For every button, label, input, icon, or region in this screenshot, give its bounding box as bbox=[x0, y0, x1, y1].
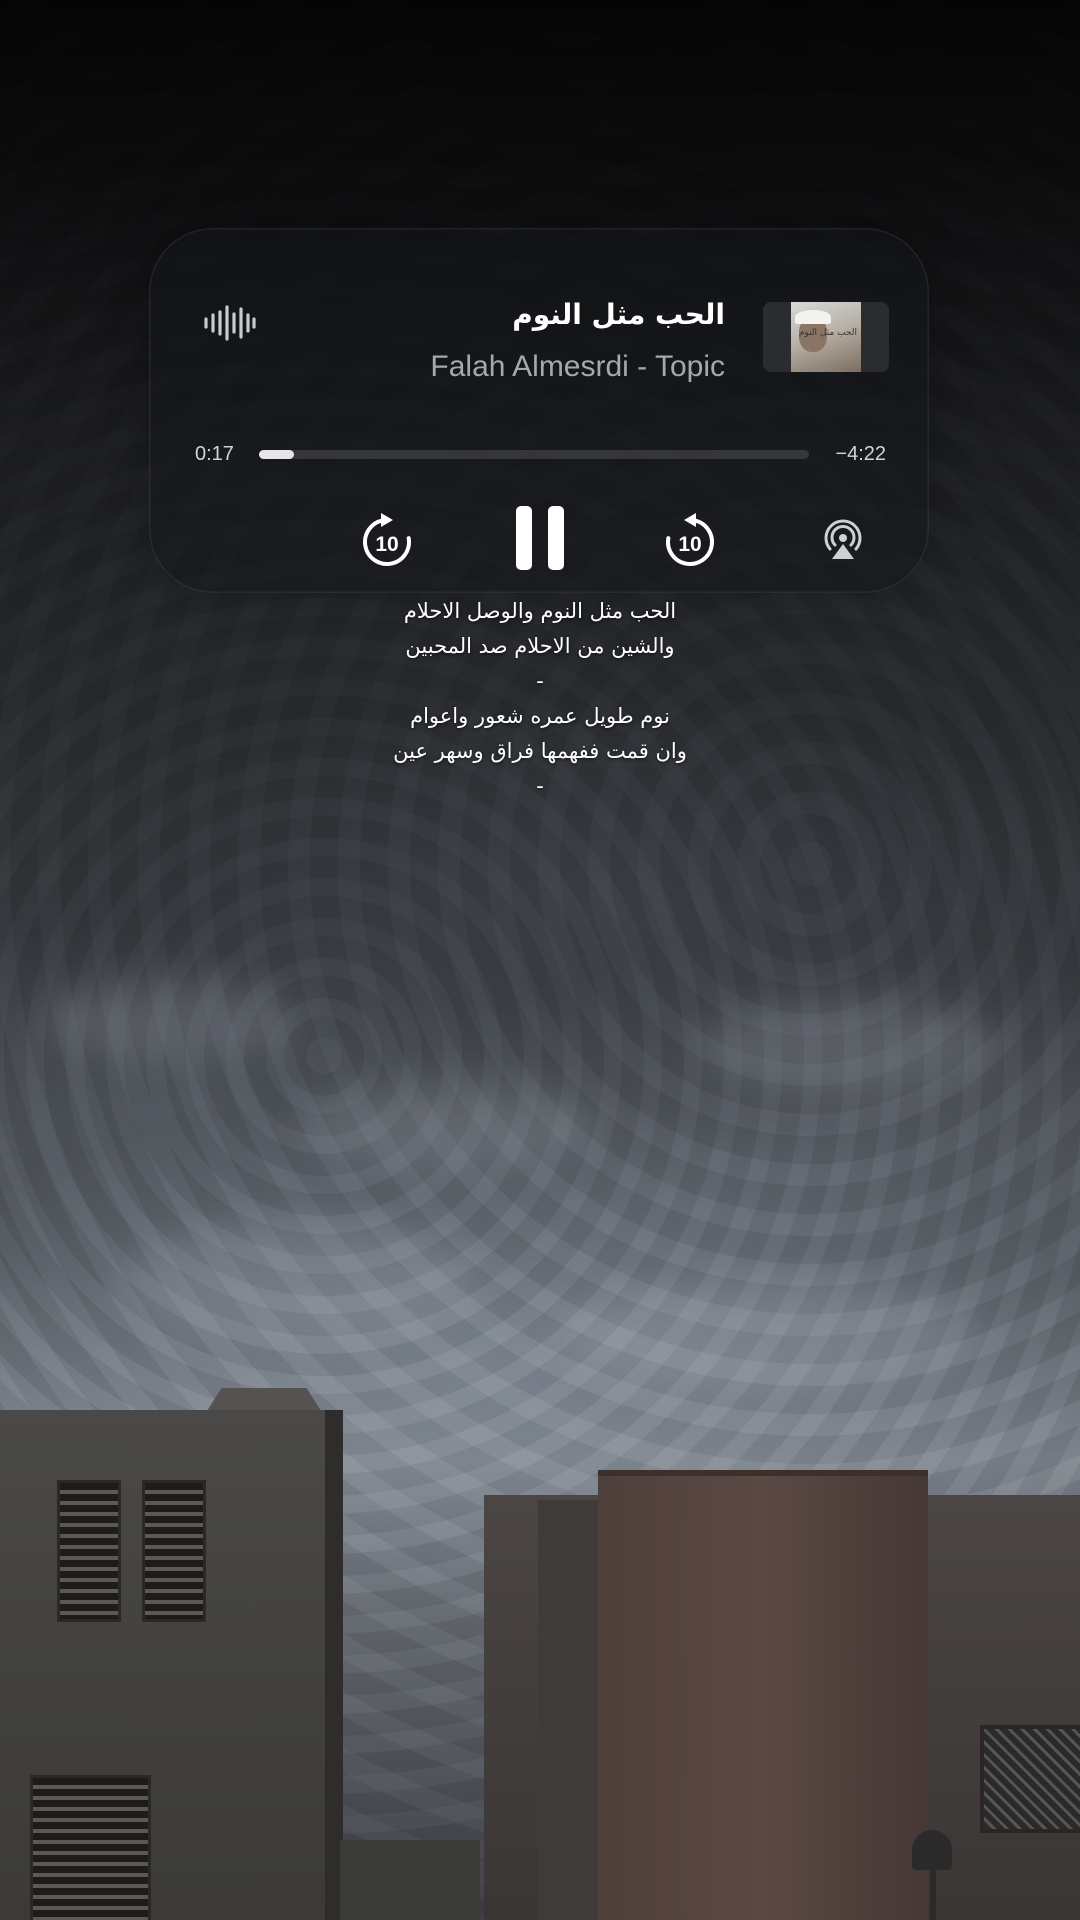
cloud bbox=[300, 1080, 600, 1170]
building-right-tower bbox=[598, 1470, 928, 1920]
airplay-audio-icon bbox=[824, 519, 862, 559]
cloud bbox=[40, 980, 300, 1060]
lyric-line: والشين من الاحلام صد المحبين bbox=[405, 634, 675, 658]
lyric-line: الحب مثل النوم والوصل الاحلام bbox=[403, 599, 677, 623]
street-lamp-pole bbox=[930, 1860, 936, 1920]
forward-10-icon: 10 bbox=[666, 513, 714, 566]
wallpaper: الحب مثل النوم Falah Almesrdi - Topic ال… bbox=[0, 0, 1080, 1920]
building-right-shade bbox=[538, 1500, 598, 1920]
lyric-separator: - bbox=[536, 774, 544, 798]
pause-button[interactable] bbox=[514, 504, 566, 572]
waveform-icon bbox=[204, 305, 256, 341]
cloud bbox=[120, 1220, 480, 1340]
ornamental-window bbox=[980, 1725, 1080, 1833]
cloud bbox=[700, 1000, 1000, 1090]
vent-window bbox=[142, 1480, 206, 1622]
rewind-seconds-label: 10 bbox=[375, 533, 398, 556]
lyric-line: نوم طويل عمره شعور واعوام bbox=[410, 704, 670, 728]
artist-name[interactable]: Falah Almesrdi - Topic bbox=[430, 350, 725, 384]
vent-window bbox=[30, 1775, 151, 1920]
lyrics-caption: الحب مثل النوم والوصل الاحلام والشين من … bbox=[0, 594, 1080, 804]
pause-icon bbox=[516, 506, 564, 570]
progress-scrubber[interactable] bbox=[259, 450, 809, 459]
building-left bbox=[0, 1410, 335, 1920]
progress-fill bbox=[259, 450, 294, 459]
lyric-separator: - bbox=[536, 669, 544, 693]
rewind-10-icon: 10 bbox=[363, 513, 411, 566]
album-artwork[interactable]: الحب مثل النوم bbox=[763, 302, 889, 372]
vent-window bbox=[57, 1480, 121, 1622]
skip-back-10-button[interactable]: 10 bbox=[359, 510, 415, 570]
artwork-headwear bbox=[795, 310, 831, 324]
remaining-time: −4:22 bbox=[835, 443, 886, 465]
elapsed-time: 0:17 bbox=[195, 443, 234, 465]
artwork-title: الحب مثل النوم bbox=[798, 328, 857, 338]
building-distant bbox=[340, 1840, 480, 1920]
cloud bbox=[560, 1280, 980, 1390]
artwork-image: الحب مثل النوم bbox=[791, 302, 861, 372]
lyric-line: وان قمت ففهمها فراق وسهر عين bbox=[393, 739, 687, 763]
song-title[interactable]: الحب مثل النوم bbox=[512, 298, 725, 331]
skip-forward-10-button[interactable]: 10 bbox=[662, 510, 718, 570]
airplay-button[interactable] bbox=[820, 516, 866, 562]
forward-seconds-label: 10 bbox=[678, 533, 701, 556]
